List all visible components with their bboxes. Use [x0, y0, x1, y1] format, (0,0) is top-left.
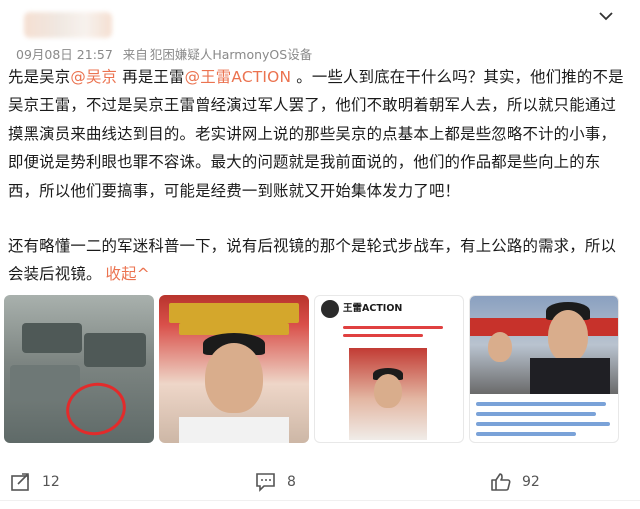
text-line — [476, 432, 576, 436]
face-shape — [374, 374, 402, 408]
weibo-post: 09月08日 21:57 来自 犯困嫌疑人HarmonyOS设备 先是吴京@吴京 … — [0, 0, 640, 509]
text-run: 还有略懂一二的军迷科普一下，说有后视镜的那个是轮式步战车，有上公路的需求，所以会… — [8, 237, 617, 284]
source-prefix: 来自 — [122, 47, 148, 62]
gallery-image-4[interactable] — [469, 295, 619, 443]
source-device: 犯困嫌疑人HarmonyOS设备 — [149, 47, 313, 62]
post-paragraph-1: 先是吴京@吴京 再是王雷@王雷ACTION 。一些人到底在干什么吗？其实，他们推… — [8, 63, 628, 205]
mention-wanglei[interactable]: @王雷ACTION — [185, 68, 292, 86]
gallery-image-1[interactable] — [4, 295, 154, 443]
face-shape — [488, 332, 512, 362]
comment-icon — [256, 473, 275, 492]
caption-banner — [169, 303, 299, 323]
post-header: 09月08日 21:57 来自 犯困嫌疑人HarmonyOS设备 — [10, 6, 630, 62]
post-date: 09月08日 21:57 — [16, 47, 113, 62]
thumb-text-block — [476, 400, 614, 440]
text-run: 先是吴京 — [8, 68, 71, 86]
text-line — [476, 402, 606, 406]
like-button[interactable]: 92 — [490, 468, 540, 496]
chevron-down-icon[interactable] — [596, 6, 616, 26]
thumb-photo — [349, 348, 427, 440]
mention-wujing[interactable]: @吴京 — [70, 68, 117, 86]
image-gallery: 王雷ACTION — [4, 295, 634, 443]
text-line — [343, 326, 443, 329]
face-shape — [548, 310, 588, 362]
gallery-image-2[interactable] — [159, 295, 309, 443]
text-line — [476, 422, 610, 426]
avatar — [321, 300, 339, 318]
text-line — [343, 334, 423, 337]
thumb-author-name: 王雷ACTION — [343, 303, 403, 314]
gallery-image-3[interactable]: 王雷ACTION — [314, 295, 464, 443]
post-meta: 09月08日 21:57 来自 犯困嫌疑人HarmonyOS设备 — [16, 44, 318, 63]
username-redacted[interactable] — [24, 12, 112, 38]
jacket-shape — [530, 358, 610, 394]
repost-count: 12 — [42, 474, 60, 490]
vehicle-shape — [84, 333, 146, 367]
comment-button[interactable]: 8 — [255, 468, 296, 496]
thumb-photo — [470, 296, 618, 394]
text-line — [476, 412, 596, 416]
like-count: 92 — [522, 474, 540, 490]
like-icon — [491, 473, 511, 491]
vehicle-shape — [22, 323, 82, 353]
repost-button[interactable]: 12 — [10, 468, 60, 496]
shirt-shape — [179, 417, 289, 443]
comment-count: 8 — [287, 474, 296, 490]
red-wall — [470, 318, 618, 336]
repost-icon — [11, 473, 29, 491]
post-paragraph-2: 还有略懂一二的军迷科普一下，说有后视镜的那个是轮式步战车，有上公路的需求，所以会… — [8, 232, 628, 289]
action-bar: 12 8 92 — [0, 468, 640, 496]
collapse-link[interactable]: 收起^ — [106, 265, 150, 283]
face-shape — [205, 343, 263, 413]
text-run: 。一些人到底在干什么吗？其实，他们推的不是吴京王雷，不过是吴京王雷曾经演过军人罢… — [8, 68, 624, 200]
post-content: 先是吴京@吴京 再是王雷@王雷ACTION 。一些人到底在干什么吗？其实，他们推… — [8, 63, 628, 289]
text-run: 再是王雷 — [117, 68, 185, 86]
divider — [0, 500, 640, 501]
